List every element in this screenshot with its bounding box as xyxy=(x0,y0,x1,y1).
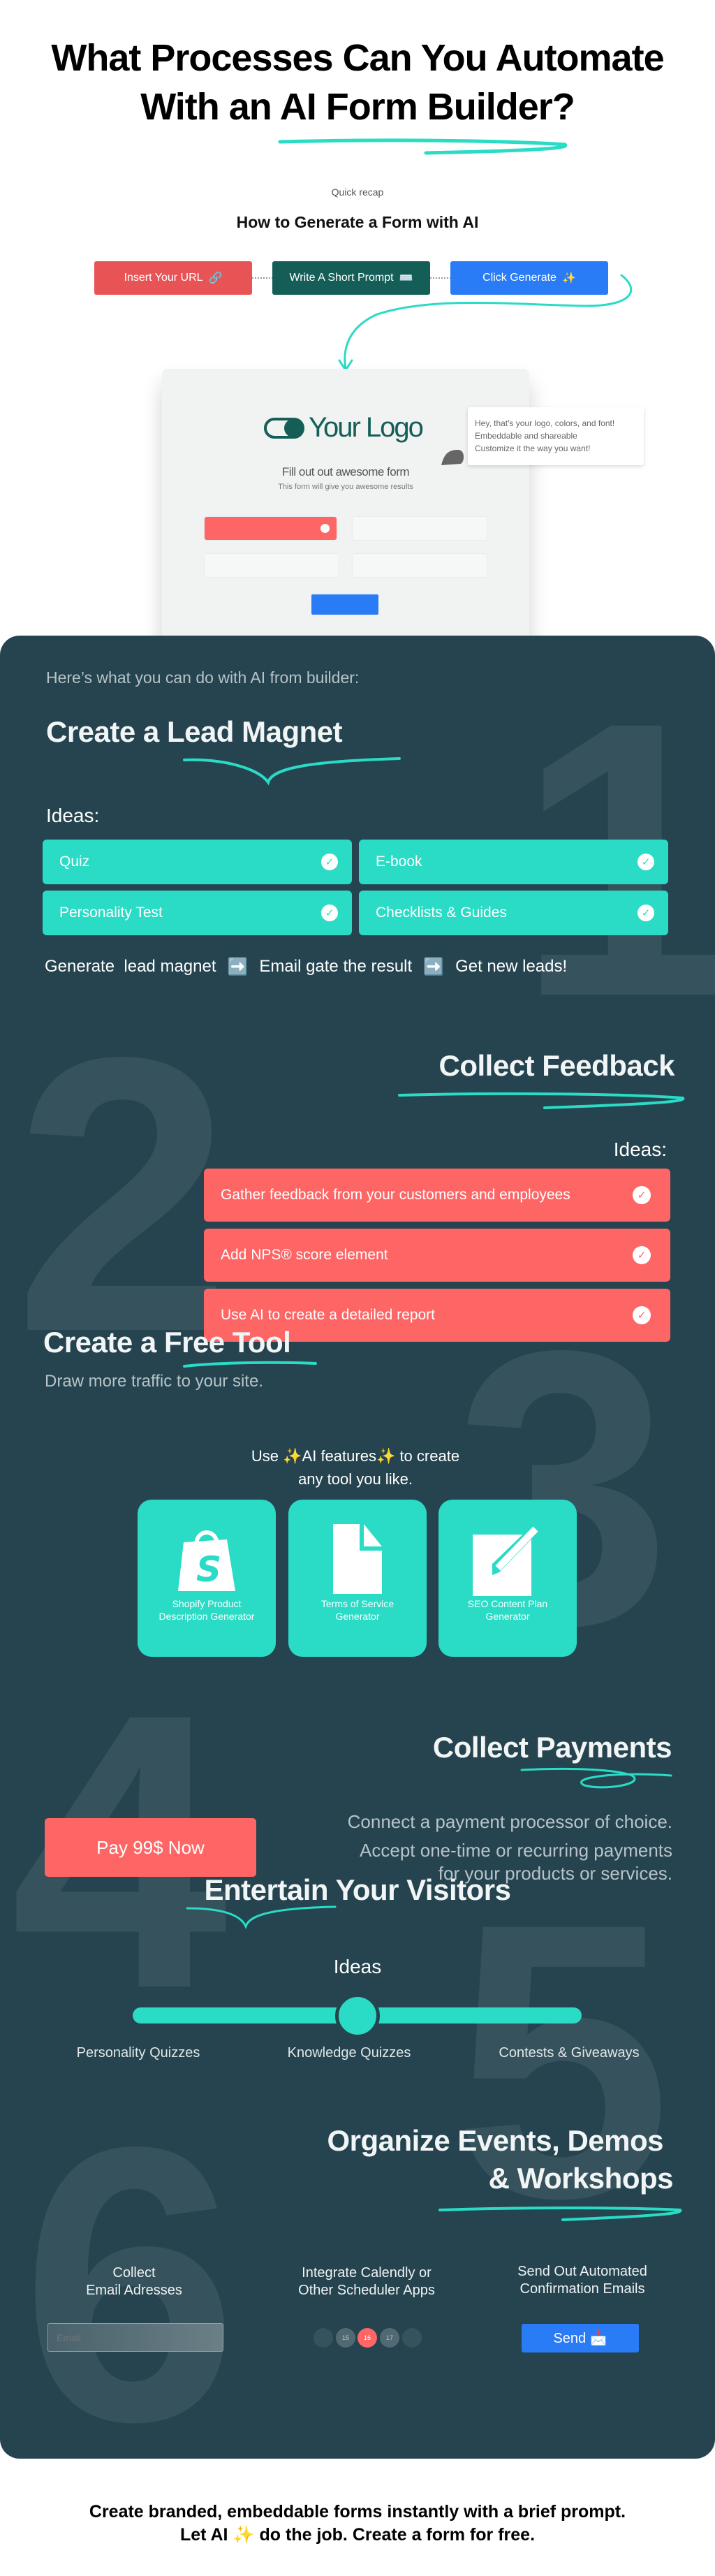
recap-label: Quick recap xyxy=(331,186,384,198)
toggle-knob xyxy=(320,524,330,533)
speech-bubble-icon xyxy=(441,450,464,465)
events-title: Organize Events, Demos & Workshops xyxy=(327,2124,674,2195)
shopify-bag-icon: S xyxy=(178,1530,235,1591)
tooltip-line: Hey, that's your logo, colors, and font! xyxy=(475,418,615,428)
logo-toggle-icon xyxy=(264,417,304,439)
entertain-ideas-label: Ideas xyxy=(333,1956,382,1977)
entertain-squiggle xyxy=(186,1905,337,1930)
tooltip-line: Embeddable and shareable xyxy=(475,431,577,441)
entertain-title: Entertain Your Visitors xyxy=(204,1873,511,1906)
tool-tile-shopify[interactable]: S Shopify Product Description Generator xyxy=(138,1500,276,1657)
edit-icon xyxy=(473,1523,541,1596)
arrow-right-icon: ➡️ xyxy=(227,958,249,976)
collect-emails-text: Collect Email Adresses xyxy=(86,2265,182,2298)
tile-label: Terms of Service Generator xyxy=(320,1598,395,1622)
logo-text: Your Logo xyxy=(309,412,424,443)
feedback-item[interactable]: Gather feedback from your customers and … xyxy=(204,1169,670,1222)
free-tool-intro: Use ✨AI features✨ to create any tool you … xyxy=(251,1447,460,1488)
document-icon xyxy=(333,1524,382,1594)
tooltip-line: Customize it the way you want! xyxy=(475,444,591,453)
check-icon: ✓ xyxy=(321,905,338,921)
ideas-slider-track[interactable] xyxy=(133,1993,582,2038)
feedback-title: Collect Feedback xyxy=(438,1049,675,1082)
free-tool-underline xyxy=(183,1361,317,1368)
idea-chip[interactable]: Quiz ✓ xyxy=(43,840,352,884)
idea-chip[interactable]: Personality Test ✓ xyxy=(43,891,352,935)
step-label: Insert Your URL xyxy=(124,272,203,284)
check-icon: ✓ xyxy=(637,905,654,921)
feedback-ideas-label: Ideas: xyxy=(613,1139,667,1160)
slider-handle[interactable] xyxy=(334,1993,380,2038)
form-field[interactable] xyxy=(205,554,339,577)
curved-arrow xyxy=(338,274,633,372)
confirmation-text: Send Out Automated Confirmation Emails xyxy=(517,2264,647,2297)
intro-text: Here’s what you can do with AI from buil… xyxy=(46,668,360,687)
arrow-right-icon: ➡️ xyxy=(423,958,445,976)
check-icon: ✓ xyxy=(633,1246,651,1264)
form-subtitle: This form will give you awesome results xyxy=(278,483,413,491)
page-title-line2: With an AI Form Builder? xyxy=(140,86,575,128)
scheduler-text: Integrate Calendly or Other Scheduler App… xyxy=(298,2265,435,2298)
slider-option[interactable]: Knowledge Quizzes xyxy=(265,2044,433,2062)
free-tool-title: Create a Free Tool xyxy=(43,1326,291,1359)
form-submit-button[interactable] xyxy=(311,594,378,615)
tile-label: Shopify Product Description Generator xyxy=(159,1598,255,1622)
feedback-item[interactable]: Add NPS® score element ✓ xyxy=(204,1229,670,1282)
check-icon: ✓ xyxy=(633,1306,651,1324)
events-underline xyxy=(438,2207,682,2221)
free-tool-subtitle: Draw more traffic to your site. xyxy=(45,1372,263,1391)
send-button[interactable]: Send 📩 xyxy=(522,2324,639,2352)
lead-magnet-title: Create a Lead Magnet xyxy=(46,715,343,748)
tool-tile-terms[interactable]: Terms of Service Generator xyxy=(288,1500,427,1657)
tooltip: Hey, that's your logo, colors, and font!… xyxy=(468,407,644,465)
check-icon: ✓ xyxy=(321,854,338,870)
title-underline-squiggle xyxy=(278,138,568,155)
slider-option[interactable]: Personality Quizzes xyxy=(54,2044,222,2062)
email-input[interactable] xyxy=(47,2323,223,2352)
tile-label: SEO Content Plan Generator xyxy=(467,1598,548,1622)
recap-title: How to Generate a Form with AI xyxy=(236,213,479,231)
calendar-day[interactable]: 15 xyxy=(336,2328,355,2348)
feedback-underline xyxy=(398,1092,685,1109)
idea-chip[interactable]: E-book ✓ xyxy=(359,840,668,884)
lead-flow: Generate lead magnet ➡️ Email gate the re… xyxy=(45,957,568,976)
lead-magnet-squiggle xyxy=(183,757,401,786)
form-title: Fill out out awesome form xyxy=(281,465,410,478)
logo: Your Logo xyxy=(264,412,424,444)
step-insert-url[interactable]: Insert Your URL 🔗 xyxy=(94,261,252,295)
link-icon: 🔗 xyxy=(208,272,223,284)
ideas-label: Ideas: xyxy=(46,805,100,826)
form-field-active[interactable] xyxy=(205,517,337,540)
footer-cta: Create branded, embeddable forms instant… xyxy=(89,2502,626,2545)
calendar-day[interactable] xyxy=(314,2328,333,2348)
calendar-day[interactable] xyxy=(402,2328,422,2348)
slider-option[interactable]: Contests & Giveaways xyxy=(478,2044,660,2062)
form-field[interactable] xyxy=(353,517,487,540)
tool-tile-seo[interactable]: SEO Content Plan Generator xyxy=(438,1500,577,1657)
check-icon: ✓ xyxy=(633,1186,651,1204)
calendar-day-selected[interactable]: 16 xyxy=(358,2328,377,2348)
page-title-line1: What Processes Can You Automate xyxy=(51,37,664,79)
payments-title: Collect Payments xyxy=(432,1731,672,1764)
idea-chip[interactable]: Checklists & Guides ✓ xyxy=(359,891,668,935)
svg-text:S: S xyxy=(196,1549,221,1590)
pay-now-button[interactable]: Pay 99$ Now xyxy=(45,1818,256,1877)
check-icon: ✓ xyxy=(637,854,654,870)
calendar-day[interactable]: 17 xyxy=(380,2328,399,2348)
payments-squiggle xyxy=(520,1767,672,1789)
form-field[interactable] xyxy=(353,554,487,577)
